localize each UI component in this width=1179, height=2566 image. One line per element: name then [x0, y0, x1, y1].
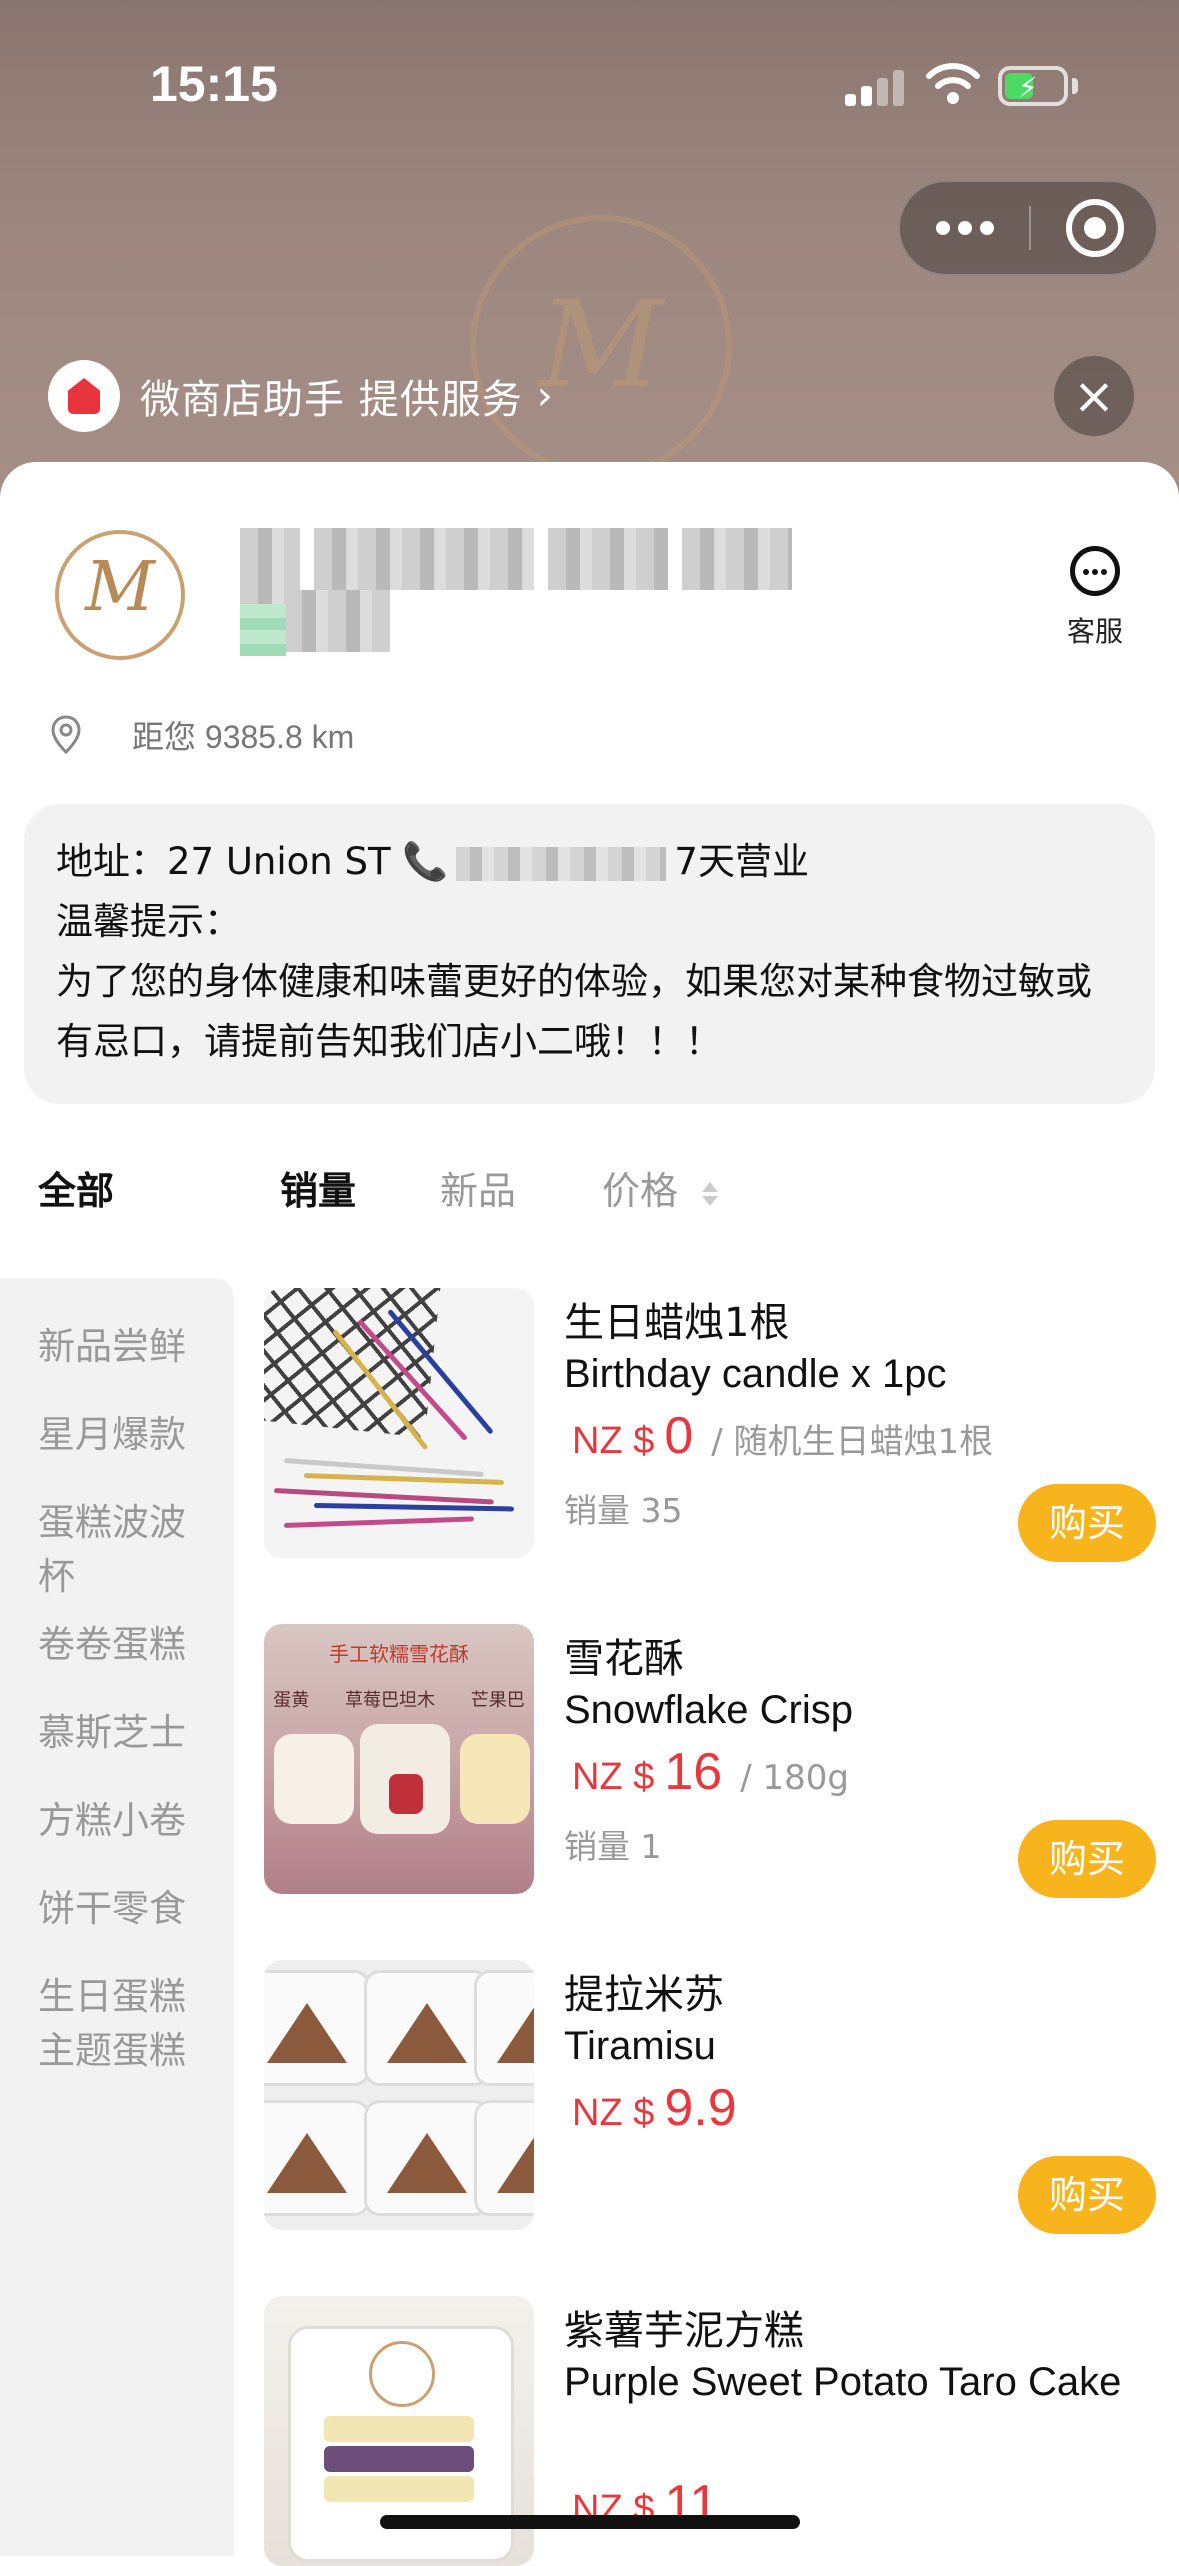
price-row: NZ $ 0 / 随机生日蜡烛1根 [572, 1406, 993, 1466]
price-unit: / 随机生日蜡烛1根 [711, 1422, 994, 1462]
sidebar-item-hot[interactable]: 星月爆款 [38, 1408, 218, 1462]
price-value: 16 [664, 1743, 723, 1801]
sidebar-item-birthday-cakes[interactable]: 生日蛋糕主题蛋糕 [38, 1970, 218, 2078]
home-indicator[interactable] [380, 2515, 800, 2529]
buy-button[interactable]: 购买 [1018, 2156, 1156, 2234]
tab-all[interactable]: 全部 [38, 1160, 114, 1215]
product-card[interactable]: 手工软糯雪花酥 蛋黄 草莓巴坦木 芒果巴 雪花酥 Snowflake Crisp… [264, 1624, 1156, 1898]
price-value: 9.9 [664, 2079, 737, 2137]
phone-blurred [456, 846, 667, 881]
battery-icon: ⚡ [998, 66, 1068, 106]
buy-button[interactable]: 购买 [1018, 1484, 1156, 1562]
shop-name-blurred [240, 528, 960, 652]
address-text: 地址：27 Union ST 📞 [56, 840, 449, 883]
tab-price[interactable]: 价格 [602, 1160, 719, 1215]
product-title-en: Tiramisu [564, 2024, 716, 2068]
mini-program-capsule [898, 180, 1158, 276]
chat-bubble-icon [1070, 546, 1120, 596]
tab-new[interactable]: 新品 [440, 1160, 516, 1215]
product-image-caption: 手工软糯雪花酥 [329, 1642, 469, 1666]
price-currency: NZ $ [572, 1420, 655, 1462]
sidebar-item-square-cakes[interactable]: 方糕小卷 [38, 1794, 218, 1848]
price-row: NZ $ 16 / 180g [572, 1742, 849, 1802]
sort-arrows-icon [702, 1181, 719, 1206]
product-image-subcaption: 蛋黄 草莓巴坦木 芒果巴 [273, 1690, 525, 1711]
product-image[interactable] [264, 1960, 534, 2230]
price-row: NZ $ 9.9 [572, 2078, 737, 2138]
price-currency: NZ $ [572, 1756, 655, 1798]
product-title-cn: 生日蜡烛1根 [564, 1300, 790, 1346]
sidebar-item-new[interactable]: 新品尝鲜 [38, 1320, 218, 1374]
tab-sales[interactable]: 销量 [280, 1160, 356, 1215]
distance-row[interactable]: 距您 9385.8 km [50, 712, 354, 758]
shop-notice: 地址：27 Union ST 📞 7天营业 温馨提示： 为了您的身体健康和味蕾更好… [24, 804, 1155, 1104]
more-options-button[interactable] [900, 182, 1030, 274]
notice-heading: 温馨提示： [56, 900, 241, 943]
sidebar-item-cake-cups[interactable]: 蛋糕波波杯 [38, 1496, 218, 1604]
product-image[interactable] [264, 1288, 534, 1558]
cover-logo-watermark: M [470, 215, 732, 477]
shop-assistant-logo-icon [48, 360, 120, 432]
shop-name-blurred-line2 [240, 604, 286, 656]
wifi-icon [926, 63, 980, 104]
product-title-cn: 紫薯芋泥方糕 [564, 2308, 804, 2354]
status-time: 15:15 [150, 56, 278, 112]
customer-service-button[interactable]: 客服 [1050, 546, 1140, 656]
notice-body: 为了您的身体健康和味蕾更好的体验，如果您对某种食物过敏或有忌口，请提前告知我们店… [56, 960, 1092, 1063]
service-provider-text: 微商店助手 提供服务 [140, 377, 523, 423]
shop-logo-letter: M [85, 548, 155, 627]
product-card[interactable]: 提拉米苏 Tiramisu NZ $ 9.9 购买 [264, 1960, 1156, 2234]
close-icon[interactable]: × [1054, 356, 1134, 436]
location-pin-icon [51, 715, 81, 755]
chevron-right-icon: › [536, 373, 553, 419]
sidebar-item-rolls[interactable]: 卷卷蛋糕 [38, 1618, 218, 1672]
distance-text: 距您 9385.8 km [132, 719, 355, 755]
product-title-en: Purple Sweet Potato Taro Cake [564, 2360, 1122, 2404]
price-currency: NZ $ [572, 2092, 655, 2134]
sort-tabs: 全部 销量 新品 价格 [0, 1160, 1179, 1240]
sidebar-item-mousse[interactable]: 慕斯芝士 [38, 1706, 218, 1760]
service-provider-banner[interactable]: 微商店助手 提供服务 › [48, 358, 553, 434]
buy-button[interactable]: 购买 [1018, 1820, 1156, 1898]
product-title-en: Birthday candle x 1pc [564, 1352, 947, 1396]
product-title-en: Snowflake Crisp [564, 1688, 854, 1732]
category-sidebar: 新品尝鲜 星月爆款 蛋糕波波杯 卷卷蛋糕 慕斯芝士 方糕小卷 饼干零食 生日蛋糕… [0, 1278, 234, 2556]
sales-count: 销量 1 [564, 1827, 662, 1866]
tab-price-label: 价格 [602, 1169, 679, 1213]
product-image[interactable]: 手工软糯雪花酥 蛋黄 草莓巴坦木 芒果巴 [264, 1624, 534, 1894]
close-mini-program-button[interactable] [1066, 199, 1124, 257]
sidebar-item-snacks[interactable]: 饼干零食 [38, 1882, 218, 1936]
product-card[interactable]: 生日蜡烛1根 Birthday candle x 1pc NZ $ 0 / 随机… [264, 1288, 1156, 1562]
sales-count: 销量 35 [564, 1491, 683, 1530]
charging-bolt-icon: ⚡ [1018, 71, 1038, 104]
product-title-cn: 提拉米苏 [564, 1972, 724, 2018]
price-unit: / 180g [740, 1758, 849, 1798]
cellular-signal-icon [845, 70, 905, 106]
price-value: 0 [664, 1407, 694, 1465]
shop-avatar: M [55, 530, 185, 660]
opening-days: 7天营业 [674, 840, 809, 883]
customer-service-label: 客服 [1066, 615, 1123, 648]
product-title-cn: 雪花酥 [564, 1636, 684, 1682]
